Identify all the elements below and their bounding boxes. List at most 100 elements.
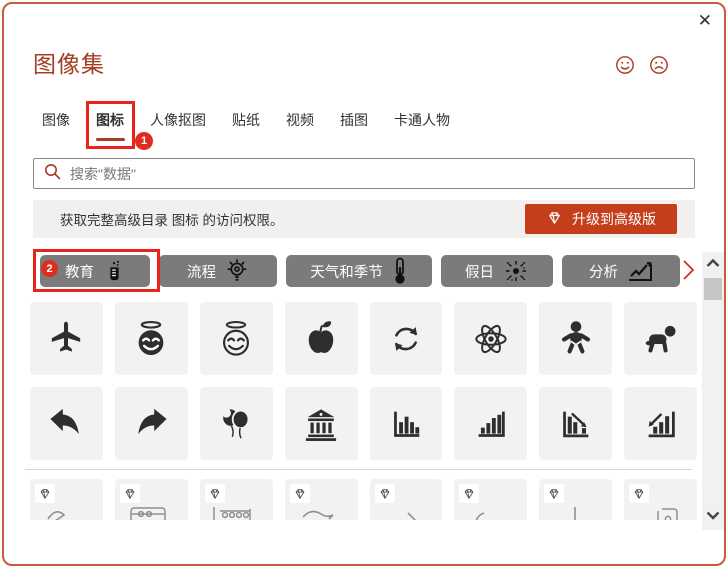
partial-icon: [382, 505, 426, 520]
upgrade-button-label: 升级到高级版: [572, 211, 656, 227]
icon-grid-row1: [30, 302, 697, 375]
bar-chart-ascending-icon: [478, 411, 505, 437]
gem-icon: [204, 484, 225, 503]
gem-icon: [544, 484, 565, 503]
icon-tile-bar-chart-declining[interactable]: [539, 387, 613, 460]
category-holiday[interactable]: 假日: [441, 255, 553, 287]
premium-icon-tile[interactable]: [199, 479, 273, 520]
dialog-title: 图像集: [33, 51, 105, 77]
category-process[interactable]: 流程: [159, 255, 277, 287]
bar-chart-icon: [394, 411, 420, 437]
icon-tile-bar-chart-ascending[interactable]: [454, 387, 528, 460]
bank-icon: [305, 408, 337, 441]
arrow-curve-left-icon: [50, 408, 80, 434]
gem-icon: [374, 484, 395, 503]
apple-icon: [308, 320, 334, 353]
trend-chart-icon: [627, 260, 653, 282]
category-analysis[interactable]: 分析: [562, 255, 680, 287]
icon-tile-smiley-halo-outline[interactable]: [199, 302, 273, 375]
stock-images-dialog: ✕ 图像集 图像 图标 人像抠图 贴纸 视频 插图 卡通人物 1 获取完整高级目…: [0, 0, 728, 568]
partial-icon: [297, 505, 341, 520]
category-weather-seasons[interactable]: 天气和季节: [286, 255, 432, 287]
icon-tile-arrow-curve-left[interactable]: [30, 387, 103, 460]
category-analysis-label: 分析: [589, 264, 618, 281]
partial-icon: [636, 505, 680, 520]
smiley-halo-filled-icon: [138, 320, 164, 355]
search-input[interactable]: [70, 165, 684, 182]
premium-banner-message: 获取完整高级目录 图标 的访问权限。: [60, 213, 284, 228]
premium-icon-tile[interactable]: [284, 479, 358, 520]
icon-tile-apple[interactable]: [284, 302, 358, 375]
scrollbar-thumb[interactable]: [704, 278, 722, 300]
balloons-icon: [221, 407, 250, 439]
category-weather-label: 天气和季节: [310, 264, 383, 281]
scrollbar[interactable]: [702, 252, 724, 530]
tab-illustrations[interactable]: 插图: [340, 110, 368, 130]
annotation-box-step1: [86, 101, 135, 149]
close-icon[interactable]: ✕: [698, 12, 712, 29]
icon-tile-arrow-curve-right[interactable]: [114, 387, 188, 460]
premium-banner: 获取完整高级目录 图标 的访问权限。 升级到高级版: [33, 200, 695, 238]
tab-stickers[interactable]: 贴纸: [232, 110, 260, 130]
lightbulb-icon: [225, 258, 249, 284]
partial-icon: [42, 505, 82, 520]
tab-cartoon-people[interactable]: 卡通人物: [394, 110, 450, 130]
cycle-arrows-icon: [394, 326, 417, 351]
icon-tile-airplane[interactable]: [30, 302, 103, 375]
bar-chart-trend-down-icon: [648, 411, 675, 437]
smile-icon[interactable]: [615, 55, 635, 75]
premium-section-divider: [25, 469, 692, 470]
icon-tile-balloons[interactable]: [199, 387, 273, 460]
premium-icon-tile[interactable]: [30, 479, 103, 520]
gem-icon: [35, 484, 55, 503]
category-process-label: 流程: [187, 264, 216, 281]
bar-chart-declining-icon: [562, 411, 589, 437]
premium-icon-tile[interactable]: [624, 479, 697, 520]
icon-tile-bar-chart[interactable]: [369, 387, 443, 460]
gem-icon: [289, 484, 310, 503]
icon-tile-baby-crawling[interactable]: [624, 302, 697, 375]
premium-icon-tile[interactable]: [114, 479, 188, 520]
gem-icon: [119, 484, 140, 503]
upgrade-button[interactable]: 升级到高级版: [525, 204, 677, 234]
category-holiday-label: 假日: [465, 264, 494, 281]
icon-grid-premium-row: [30, 479, 697, 520]
icon-tile-atom[interactable]: [454, 302, 528, 375]
partial-icon: [127, 505, 171, 520]
search-icon: [44, 163, 61, 185]
icon-tile-bar-chart-trend-down[interactable]: [624, 387, 697, 460]
gem-icon: [546, 211, 563, 228]
search-box[interactable]: [33, 158, 695, 189]
footer: 这是创意内容库的子集。完整的库可供 Microsoft 365 订阅者使用。 了…: [0, 520, 728, 568]
icon-grid-row2: [30, 387, 697, 460]
icon-tile-bank[interactable]: [284, 387, 358, 460]
annotation-step2-badge: 2: [41, 260, 58, 277]
baby-icon: [561, 320, 590, 353]
tab-videos[interactable]: 视频: [286, 110, 314, 130]
smiley-halo-outline-icon: [223, 320, 250, 356]
frown-icon[interactable]: [649, 55, 669, 75]
partial-icon: [212, 505, 256, 520]
tab-images[interactable]: 图像: [42, 110, 70, 130]
chevron-up-icon[interactable]: [704, 256, 722, 274]
gem-icon: [629, 484, 650, 503]
premium-icon-tile[interactable]: [369, 479, 443, 520]
chevron-down-icon[interactable]: [704, 508, 722, 526]
icon-tile-baby[interactable]: [539, 302, 613, 375]
arrow-curve-right-icon: [138, 408, 167, 434]
premium-icon-tile[interactable]: [539, 479, 613, 520]
annotation-step1-badge: 1: [135, 132, 153, 150]
fireworks-icon: [503, 258, 529, 284]
icon-tile-cycle-arrows[interactable]: [369, 302, 443, 375]
partial-icon: [466, 505, 510, 520]
feedback-icons: [615, 55, 669, 75]
chevron-right-icon[interactable]: [680, 258, 696, 287]
atom-icon: [475, 324, 507, 353]
premium-icon-tile[interactable]: [454, 479, 528, 520]
icon-tile-smiley-halo-filled[interactable]: [114, 302, 188, 375]
baby-crawling-icon: [645, 325, 676, 352]
tab-cutout-people[interactable]: 人像抠图: [150, 110, 206, 130]
thermometer-icon: [392, 257, 408, 285]
gem-icon: [459, 484, 480, 503]
partial-icon: [551, 505, 595, 520]
